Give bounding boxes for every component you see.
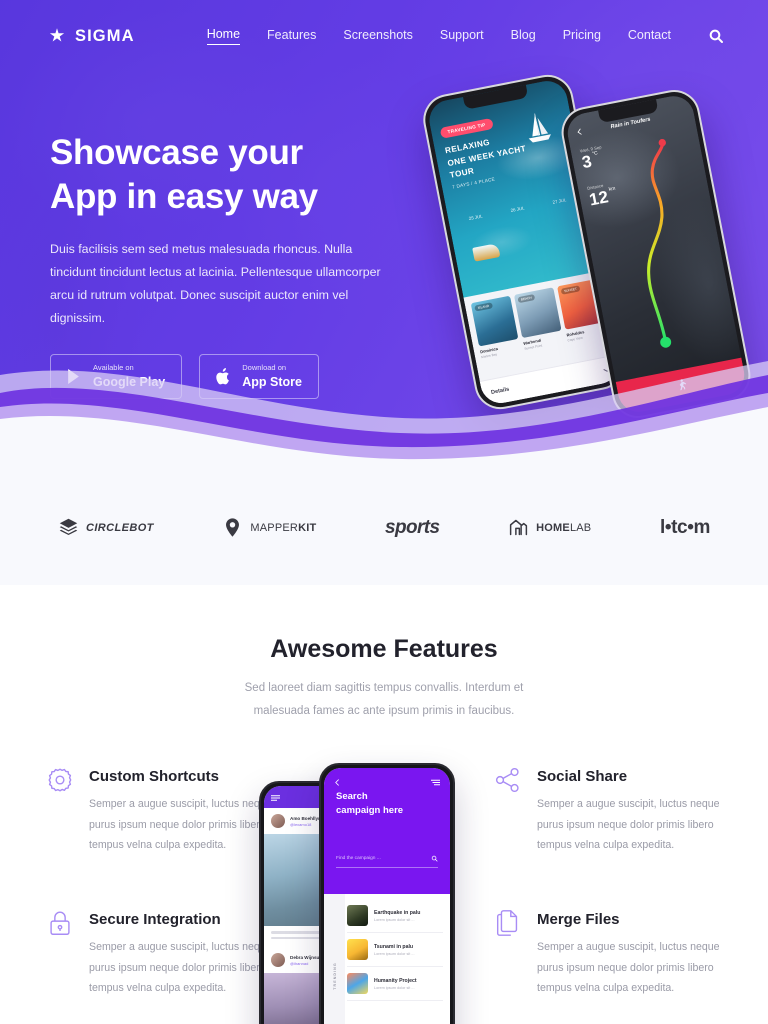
list-item-title: Tsunami in palu: [374, 943, 414, 950]
nav-item-support[interactable]: Support: [440, 28, 484, 45]
features-title: Awesome Features: [270, 635, 498, 663]
partner-logo-label: HOMELAB: [536, 521, 592, 534]
star-icon: [49, 28, 65, 42]
page-title: Showcase your App in easy way: [50, 131, 450, 219]
trending-rail: TRENDING: [324, 894, 345, 1024]
trending-label: TRENDING: [332, 962, 337, 990]
feature-custom-shortcuts[interactable]: Custom Shortcuts Semper a augue suscipit…: [45, 763, 275, 856]
nav-item-contact[interactable]: Contact: [628, 28, 671, 45]
feature-title: Social Share: [537, 768, 628, 785]
campaign-search-input[interactable]: Find the campaign ...: [336, 855, 438, 868]
feed-author-name: Amo Boehllyn: [290, 815, 321, 821]
list-item-title: Humanity Project: [374, 977, 417, 984]
hero-wave-divider: [0, 341, 768, 470]
partner-logo-homelab[interactable]: HOMELAB: [508, 517, 591, 538]
features-phone-mockups: Amo Boehllyn @lexamo18 Debra Wijnsum @ih…: [259, 763, 485, 1024]
list-item-title: Earthquake in palu: [374, 909, 421, 916]
hamburger-menu-icon[interactable]: [271, 795, 280, 801]
yacht-title: RELAXING ONE WEEK YACHT TOUR: [444, 137, 527, 181]
partner-logo-circlebot[interactable]: CIRCLEBOT: [58, 517, 154, 538]
list-item-sub: Lorem ipsum dolor sit ...: [374, 985, 415, 990]
partner-logo-sports[interactable]: sports: [385, 516, 440, 539]
nav-item-screenshots[interactable]: Screenshots: [343, 28, 412, 45]
feature-title: Custom Shortcuts: [89, 768, 220, 785]
features-right-column: Social Share Semper a augue suscipit, lu…: [493, 763, 723, 1024]
map-pin-icon: [226, 518, 240, 537]
campaign-search-placeholder: Find the campaign ...: [336, 856, 381, 861]
avatar: [271, 953, 285, 968]
campaign-list-body: TRENDING Earthquake in palu Lorem ipsum …: [324, 894, 450, 1024]
partner-logo-label: sports: [385, 516, 440, 538]
brand-logo[interactable]: SIGMA: [48, 27, 135, 46]
hero-title-line-2: App in easy way: [50, 177, 318, 217]
small-boat-illustration: [472, 243, 501, 262]
feature-merge-files[interactable]: Merge Files Semper a augue suscipit, luc…: [493, 906, 723, 999]
list-item[interactable]: Tsunami in palu Lorem ipsum dolor sit ..…: [347, 933, 443, 967]
campaign-heading: Search campaign here: [336, 790, 438, 818]
house-icon: [510, 519, 528, 536]
feature-social-share[interactable]: Social Share Semper a augue suscipit, lu…: [493, 763, 723, 856]
feature-title: Merge Files: [537, 910, 620, 928]
yacht-date-3[interactable]: 27 JUL: [552, 197, 567, 205]
list-item-thumbnail: [347, 939, 368, 960]
campaign-heading-line-2: campaign here: [336, 804, 404, 816]
partner-logo-label: CIRCLEBOT: [86, 521, 154, 534]
partner-logo-mapperkit[interactable]: MAPPERKIT: [222, 517, 316, 538]
search-icon: [431, 855, 438, 862]
yacht-date-1[interactable]: 25 JUL: [468, 213, 483, 221]
search-icon[interactable]: [708, 28, 724, 44]
features-grid: Custom Shortcuts Semper a augue suscipit…: [0, 763, 768, 1024]
campaign-app-header: Search campaign here Find the campaign .…: [324, 768, 450, 894]
avatar: [271, 814, 285, 828]
nav-item-pricing[interactable]: Pricing: [563, 28, 601, 45]
nav-menu: Home Features Screenshots Support Blog P…: [206, 27, 724, 45]
brand-name: SIGMA: [75, 26, 135, 45]
main-navigation: SIGMA Home Features Screenshots Support …: [0, 0, 768, 72]
list-item-sub: Lorem ipsum dolor sit ...: [374, 917, 415, 922]
phone-mockup-campaign-app: Search campaign here Find the campaign .…: [319, 763, 455, 1024]
hero-paragraph: Duis facilisis sem sed metus malesuada r…: [50, 242, 381, 325]
nav-item-home[interactable]: Home: [206, 27, 241, 45]
list-item[interactable]: Humanity Project Lorem ipsum dolor sit .…: [347, 967, 443, 1001]
feature-title: Secure Integration: [89, 910, 221, 928]
partner-logos-band: CIRCLEBOT MAPPERKIT sports HOMELAB l•tc•…: [0, 470, 768, 585]
partner-logo-ltcm[interactable]: l•tc•m: [660, 517, 710, 539]
features-section: Awesome Features Sed laoreet diam sagitt…: [0, 585, 768, 1024]
yacht-card-tag: SUNSET: [560, 285, 581, 295]
feature-text: Semper a augue suscipit, luctus neque pu…: [89, 940, 272, 995]
feature-secure-integration[interactable]: Secure Integration Semper a augue suscip…: [45, 906, 275, 999]
feed-author-handle: @lexamo18: [290, 821, 312, 827]
back-arrow-icon[interactable]: [334, 779, 341, 786]
feature-text: Semper a augue suscipit, luctus neque pu…: [89, 798, 272, 852]
campaign-heading-line-1: Search: [336, 791, 368, 802]
features-left-column: Custom Shortcuts Semper a augue suscipit…: [45, 763, 275, 1024]
hero-section: SIGMA Home Features Screenshots Support …: [0, 0, 768, 470]
feature-text: Semper a augue suscipit, luctus neque pu…: [537, 798, 720, 852]
features-subtitle: Sed laoreet diam sagittis tempus convall…: [244, 682, 524, 717]
list-item[interactable]: Earthquake in palu Lorem ipsum dolor sit…: [347, 899, 443, 933]
list-item-thumbnail: [347, 973, 368, 994]
yacht-date-2[interactable]: 26 JUL: [510, 205, 525, 213]
yacht-card-tag: BEACH: [517, 294, 536, 304]
list-item-thumbnail: [347, 905, 368, 926]
campaign-list: Earthquake in palu Lorem ipsum dolor sit…: [345, 894, 450, 1024]
list-item-sub: Lorem ipsum dolor sit ...: [374, 951, 415, 956]
share-icon: [495, 767, 519, 793]
yacht-card-tag: ISLAND: [474, 302, 493, 312]
partner-logo-label: MAPPERKIT: [250, 521, 317, 534]
nav-item-features[interactable]: Features: [267, 28, 316, 45]
partner-logo-label: l•tc•m: [660, 516, 710, 538]
feature-text: Semper a augue suscipit, luctus neque pu…: [537, 940, 720, 995]
hamburger-menu-icon[interactable]: [431, 779, 440, 786]
layers-icon: [59, 518, 78, 536]
files-icon: [496, 910, 518, 936]
nav-item-blog[interactable]: Blog: [511, 28, 536, 45]
yacht-date-tabs: 25 JUL 26 JUL 27 JUL: [448, 193, 586, 225]
hero-title-line-1: Showcase your: [50, 133, 303, 172]
lock-icon: [50, 911, 70, 935]
gear-icon: [48, 768, 72, 792]
